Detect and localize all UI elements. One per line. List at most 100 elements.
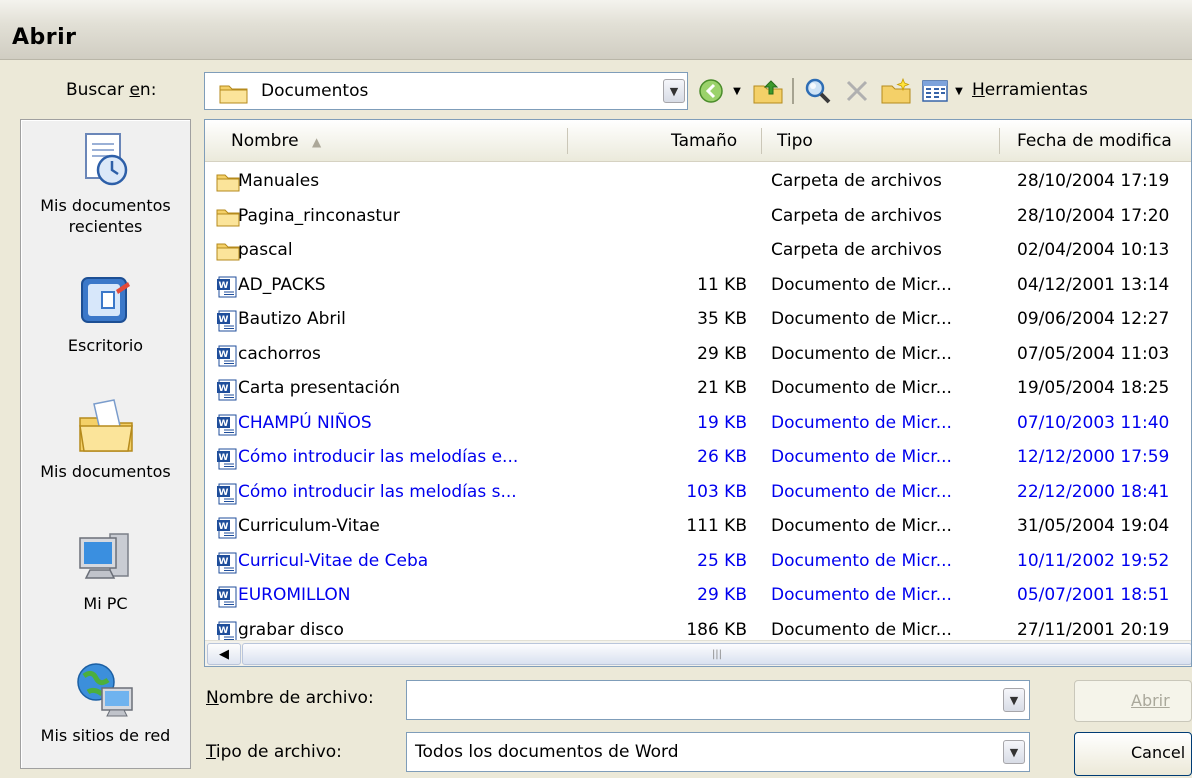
file-row[interactable]: Pagina_rinconastur Carpeta de archivos 28/… <box>205 201 1191 235</box>
tools-label-rest: erramientas <box>984 80 1088 100</box>
place-my-documents[interactable]: Mis documentos <box>21 396 190 482</box>
file-name: Curriculum-Vitae <box>238 516 380 536</box>
file-date: 07/10/2003 11:40 <box>1017 412 1170 433</box>
delete-button[interactable] <box>842 76 872 106</box>
file-date: 02/04/2004 10:13 <box>1017 240 1170 260</box>
filetype-value: Todos los documentos de Word <box>415 742 679 762</box>
scroll-thumb[interactable]: ||| <box>242 643 1191 665</box>
horizontal-scrollbar[interactable]: ◀ ||| <box>205 640 1191 666</box>
cancel-button[interactable]: Cancel <box>1074 732 1192 776</box>
place-recent-documents[interactable]: Mis documentos recientes <box>21 130 190 237</box>
svg-text:W: W <box>219 626 229 636</box>
file-type: Documento de Micr... <box>771 481 952 502</box>
folder-icon <box>216 172 240 197</box>
search-web-button[interactable] <box>802 76 834 106</box>
filetype-select[interactable]: Todos los documentos de Word ▼ <box>406 732 1030 772</box>
file-list[interactable]: Nombre ▲ Tamaño Tipo Fecha de modifica M… <box>204 119 1192 667</box>
places-bar: Mis documentos recientes Escritorio Mis … <box>20 119 191 769</box>
folder-icon <box>216 241 240 266</box>
chevron-left-icon: ◀ <box>219 646 229 662</box>
file-row[interactable]: W Curricul-Vitae de Ceba 25 KB Documento de… <box>205 546 1191 580</box>
file-name: Manuales <box>238 171 320 191</box>
filename-field[interactable]: ▼ <box>406 680 1030 720</box>
file-name: cachorros <box>238 343 321 364</box>
file-type: Documento de Micr... <box>771 274 952 295</box>
folder-up-icon <box>753 80 783 104</box>
file-row[interactable]: Manuales Carpeta de archivos 28/10/2004 17… <box>205 166 1191 200</box>
look-in-combo[interactable]: Documentos ▼ <box>204 72 688 110</box>
column-header-type[interactable]: Tipo <box>777 131 813 151</box>
place-label: Mis documentos <box>40 196 171 215</box>
place-my-computer[interactable]: Mi PC <box>21 528 190 614</box>
file-row[interactable]: W Carta presentación 21 KB Documento de Mic… <box>205 373 1191 407</box>
file-row[interactable]: W CHAMPÚ NIÑOS 19 KB Documento de Micr... 07… <box>205 408 1191 442</box>
back-dropdown[interactable]: ▼ <box>730 82 744 100</box>
file-name: EUROMILLON <box>238 585 351 605</box>
file-date: 22/12/2000 18:41 <box>1017 481 1170 502</box>
file-row[interactable]: Wcachorros 29 KB Documento de Micr... 07/05… <box>205 339 1191 373</box>
file-type: Documento de Micr... <box>771 412 952 433</box>
file-name: Pagina_rinconastur <box>238 205 400 226</box>
file-row[interactable]: W AD_PACKS 11 KB Documento de Micr... 04/12/… <box>205 270 1191 304</box>
chevron-down-icon: ▼ <box>1009 745 1019 759</box>
tools-label-key: H <box>972 80 985 100</box>
file-date: 04/12/2001 13:14 <box>1017 274 1170 295</box>
file-row[interactable]: W EUROMILLON 29 KB Documento de Micr... 05/0… <box>205 580 1191 614</box>
tools-menu-button[interactable]: Herramientas <box>972 80 1088 100</box>
file-type: Documento de Micr... <box>771 516 952 536</box>
file-date: 12/12/2000 17:59 <box>1017 447 1170 467</box>
scroll-left-button[interactable]: ◀ <box>207 643 241 665</box>
svg-text:W: W <box>219 488 229 498</box>
file-row[interactable]: pascal Carpeta de archivos 02/04/2004 10:1… <box>205 235 1191 269</box>
file-size: 35 KB <box>697 309 747 329</box>
views-button[interactable] <box>920 76 950 106</box>
file-date: 28/10/2004 17:20 <box>1017 205 1170 226</box>
place-label: Mi PC <box>83 594 128 613</box>
svg-text:W: W <box>219 591 229 601</box>
new-folder-button[interactable] <box>880 76 912 106</box>
filetype-dropdown-button[interactable]: ▼ <box>1003 740 1025 764</box>
file-type: Documento de Micr... <box>771 619 952 640</box>
search-icon <box>805 78 831 104</box>
column-header-name[interactable]: Nombre ▲ <box>231 131 321 151</box>
open-button[interactable]: Abrir <box>1074 680 1192 722</box>
svg-text:W: W <box>219 384 229 394</box>
up-one-level-button[interactable] <box>752 76 784 106</box>
file-date: 05/07/2001 18:51 <box>1017 585 1170 605</box>
my-computer-icon <box>78 533 129 579</box>
place-desktop[interactable]: Escritorio <box>21 270 190 356</box>
filename-label: Nombre de archivo: <box>206 688 374 708</box>
file-type: Carpeta de archivos <box>771 240 942 260</box>
file-size: 21 KB <box>697 378 747 398</box>
file-date: 31/05/2004 19:04 <box>1017 516 1170 536</box>
place-network[interactable]: Mis sitios de red <box>21 660 190 746</box>
back-button[interactable] <box>696 76 726 106</box>
word-document-icon: W <box>216 276 238 303</box>
file-row[interactable]: W Cómo introducir las melodías e... 26 KB D… <box>205 442 1191 476</box>
file-size: 29 KB <box>697 585 747 605</box>
column-header-size[interactable]: Tamaño <box>671 131 737 151</box>
place-label: Escritorio <box>67 336 144 355</box>
file-date: 19/05/2004 18:25 <box>1017 378 1170 398</box>
toolbar-separator <box>792 78 794 104</box>
file-type: Documento de Micr... <box>771 550 952 571</box>
word-document-icon: W <box>216 345 238 372</box>
look-in-dropdown-button[interactable]: ▼ <box>663 79 685 103</box>
title-bar[interactable]: Abrir <box>0 0 1192 60</box>
open-button-label: Abrir <box>1131 691 1170 710</box>
file-row[interactable]: W Curriculum-Vitae 111 KB Documento de Micr… <box>205 511 1191 545</box>
file-size: 29 KB <box>697 343 747 364</box>
file-row[interactable]: W Cómo introducir las melodías s... 103 KB… <box>205 477 1191 511</box>
filename-dropdown-button[interactable]: ▼ <box>1003 688 1025 712</box>
column-header-date[interactable]: Fecha de modifica <box>1017 131 1172 151</box>
file-date: 09/06/2004 12:27 <box>1017 309 1170 329</box>
file-row[interactable]: W Bautizo Abril 35 KB Documento de Micr... 0… <box>205 304 1191 338</box>
file-date: 27/11/2001 20:19 <box>1017 619 1170 640</box>
svg-text:W: W <box>219 315 229 325</box>
file-name: Cómo introducir las melodías e... <box>238 447 519 467</box>
new-folder-icon <box>881 78 911 104</box>
views-dropdown[interactable]: ▼ <box>952 82 966 100</box>
column-separator <box>999 128 1000 154</box>
svg-text:W: W <box>219 453 229 463</box>
file-type: Documento de Micr... <box>771 585 952 605</box>
